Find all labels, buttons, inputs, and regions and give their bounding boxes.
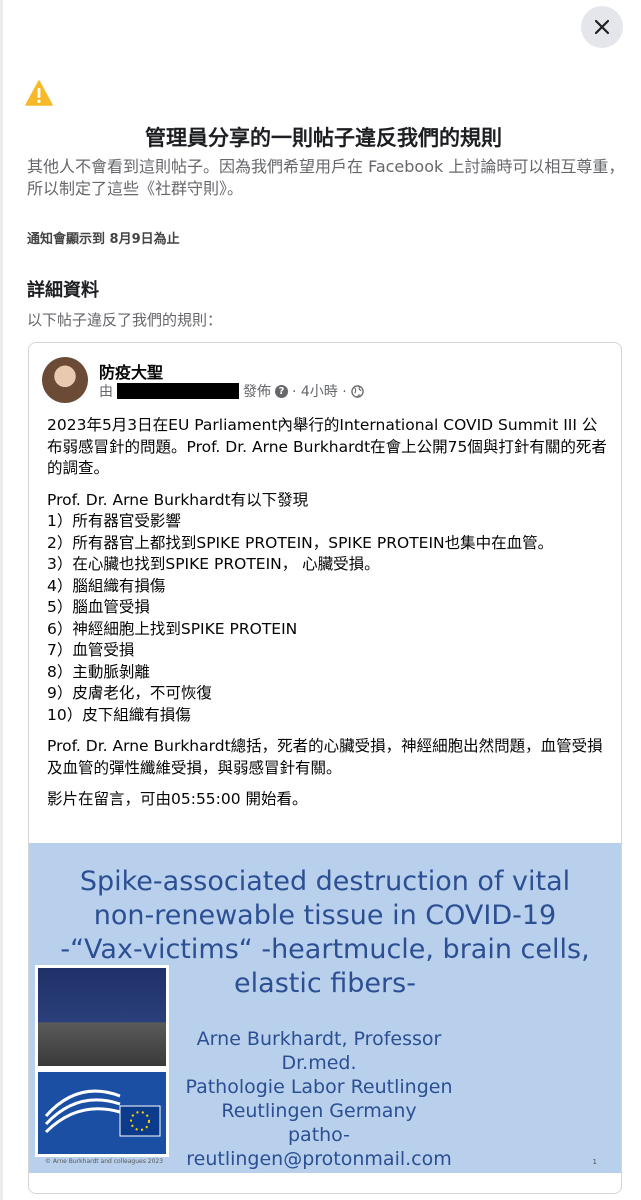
eu-parliament-logo <box>35 1069 169 1157</box>
redacted-name <box>117 383 239 399</box>
list-item: 4）腦組織有損傷 <box>47 576 166 595</box>
findings-list: Prof. Dr. Arne Burkhardt有以下發現 1）所有器官受影響 … <box>47 490 607 727</box>
list-item: 5）腦血管受損 <box>47 598 150 616</box>
details-subtitle: 以下帖子違反了我們的規則： <box>27 311 223 329</box>
reported-post-card: 防疫大聖 由 發佈 ? · 4小時 · 2023年5月3日在EU Parliam… <box>28 342 622 1194</box>
post-meta: 由 發佈 ? · 4小時 · <box>99 381 364 401</box>
list-item: 3）在心臟也找到SPIKE PROTEIN， 心臟受損。 <box>47 555 380 573</box>
list-item: 10）皮下組織有損傷 <box>47 705 191 724</box>
list-item: 6）神經細胞上找到SPIKE PROTEIN <box>47 619 298 638</box>
post-image-slide[interactable]: Spike-associated destruction of vital no… <box>29 843 621 1173</box>
slide-author-block: Arne Burkhardt, Professor Dr.med. Pathol… <box>169 1027 469 1171</box>
eu-flag-icon <box>44 1089 161 1137</box>
close-button[interactable] <box>581 6 623 48</box>
by-prefix: 由 <box>99 384 113 400</box>
dialog-title: 管理員分享的一則帖子違反我們的規則 <box>145 126 502 150</box>
violation-dialog: 管理員分享的一則帖子違反我們的規則 其他人不會看到這則帖子。因為我們希望用戶在 … <box>3 0 641 1200</box>
post-video-note: 影片在留言，可由05:55:00 開始看。 <box>47 790 308 808</box>
close-icon <box>594 19 610 35</box>
globe-icon <box>350 384 364 398</box>
list-item: 8）主動脈剝離 <box>47 662 150 681</box>
slide-author-line: patho-reutlingen@protonmail.com <box>186 1124 452 1170</box>
expiry-notice: 通知會顯示到 8月9日為止 <box>27 232 180 247</box>
speaker-photo <box>35 965 169 1069</box>
post-author[interactable]: 防疫大聖 <box>99 359 163 383</box>
post-summary: Prof. Dr. Arne Burkhardt總括，死者的心臟受損，神經細胞出… <box>47 737 603 777</box>
list-item: 2）所有器官上都找到SPIKE PROTEIN，SPIKE PROTEIN也集中… <box>47 533 554 552</box>
list-item: 7）血管受損 <box>47 641 135 659</box>
warning-triangle-icon <box>25 80 53 106</box>
list-item: 1）所有器官受影響 <box>47 512 181 530</box>
question-icon[interactable]: ? <box>275 384 288 398</box>
dialog-description: 其他人不會看到這則帖子。因為我們希望用戶在 Facebook 上討論時可以相互尊… <box>27 157 625 198</box>
details-heading: 詳細資料 <box>27 280 99 301</box>
findings-intro: Prof. Dr. Arne Burkhardt有以下發現 <box>47 490 309 509</box>
post-body: 2023年5月3日在EU Parliament內舉行的International… <box>47 415 607 821</box>
avatar[interactable] <box>42 357 88 403</box>
slide-author-line: Arne Burkhardt, Professor Dr.med. <box>196 1028 442 1074</box>
post-paragraph-1: 2023年5月3日在EU Parliament內舉行的International… <box>47 416 607 477</box>
slide-author-line: Reutlingen Germany <box>221 1100 417 1122</box>
slide-author-line: Pathologie Labor Reutlingen <box>185 1076 453 1098</box>
post-time[interactable]: · 4小時 · <box>292 381 347 401</box>
slide-footer: © Arne Burkhardt and colleagues 2023 <box>45 1158 164 1165</box>
published-label: 發佈 <box>243 384 271 400</box>
slide-page-number: 1 <box>592 1158 597 1166</box>
list-item: 9）皮膚老化，不可恢復 <box>47 684 212 702</box>
